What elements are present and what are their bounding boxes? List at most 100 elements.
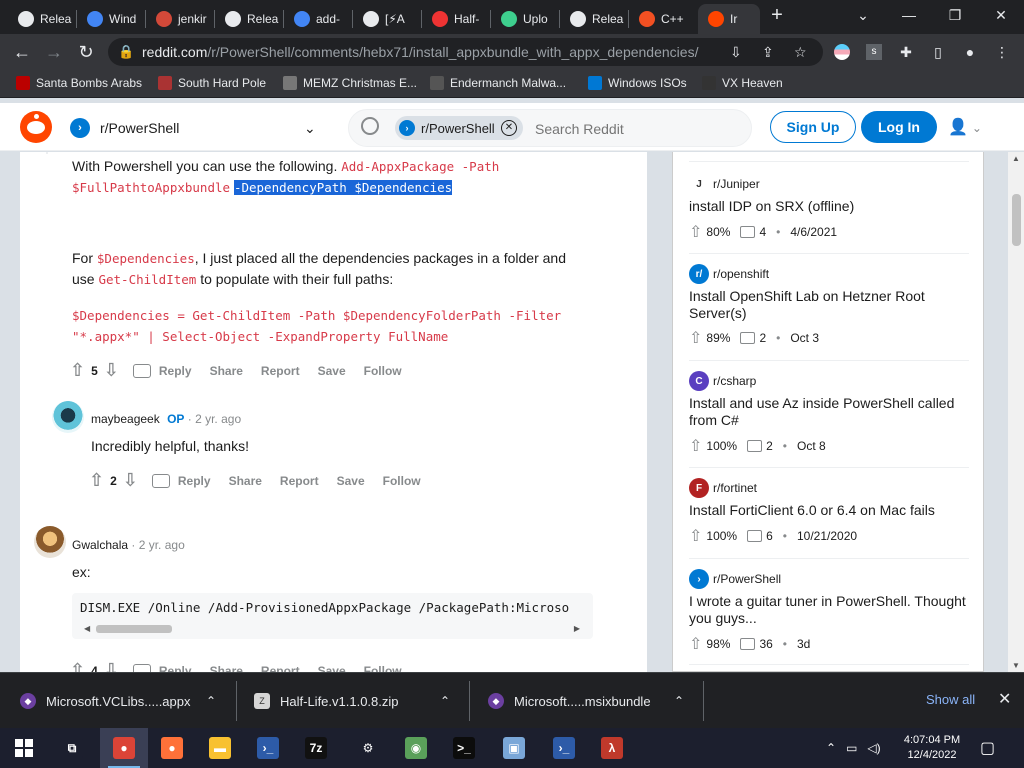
close-download-bar-icon[interactable]: ✕ [998,689,1011,709]
chevron-up-icon[interactable]: ⌃ [206,694,216,708]
taskbar-cmd[interactable]: >_ [440,728,488,768]
follow-button[interactable]: Follow [364,664,402,673]
code-scrollbar[interactable]: ◀ ▶ [84,624,580,634]
tab-search-button[interactable]: ⌄ [840,0,886,30]
post-title[interactable]: I wrote a guitar tuner in PowerShell. Th… [689,593,969,627]
restore-button[interactable]: ❐ [932,0,978,30]
browser-tab[interactable]: Uplo [491,4,557,34]
tray-overflow-icon[interactable]: ⌃ [826,741,836,755]
upvote-icon[interactable]: ⇧ [89,470,104,491]
upvote-icon[interactable]: ⇧ [70,360,85,381]
download-item[interactable]: ◆ Microsoft.....msixbundle ⌃ [488,673,698,729]
chevron-up-icon[interactable]: ⌃ [674,694,684,708]
follow-button[interactable]: Follow [383,474,421,488]
install-app-icon[interactable]: ⇩ [730,44,742,61]
bookmark-star-icon[interactable]: ☆ [794,44,807,61]
bookmark-item[interactable]: Endermanch Malwa... [430,76,566,90]
browser-tab[interactable]: Relea [8,4,74,34]
related-post[interactable]: Fr/fortinet Install FortiClient 6.0 or 6.… [689,478,969,568]
post-subreddit[interactable]: Fr/fortinet [689,478,757,498]
downvote-icon[interactable]: ⇩ [104,360,119,381]
post-title[interactable]: Install OpenShift Lab on Hetzner Root Se… [689,288,969,322]
sign-up-button[interactable]: Sign Up [770,111,856,143]
bookmark-item[interactable]: Windows ISOs [588,76,687,90]
reddit-search[interactable]: › r/PowerShell ✕ [348,109,752,147]
minimize-button[interactable]: — [886,0,932,30]
taskbar-halflife[interactable]: λ [588,728,636,768]
reload-button[interactable]: ↻ [72,38,100,66]
side-panel-icon[interactable]: ▯ [928,42,948,62]
extension-flag-icon[interactable] [832,42,852,62]
menu-kebab-icon[interactable]: ⋮ [992,42,1012,62]
log-in-button[interactable]: Log In [861,111,937,143]
share-button[interactable]: Share [229,474,262,488]
save-button[interactable]: Save [318,364,346,378]
scroll-left-icon[interactable]: ◀ [84,624,90,633]
scroll-right-icon[interactable]: ▶ [574,624,580,633]
start-button[interactable] [0,728,48,768]
network-icon[interactable]: ▭ [846,741,857,755]
scroll-thumb[interactable] [96,625,172,633]
download-item[interactable]: Z Half-Life.v1.1.0.8.zip ⌃ [254,673,464,729]
post-subreddit[interactable]: Jr/Juniper [689,174,760,194]
forward-button[interactable]: → [40,38,68,66]
search-input[interactable] [535,118,735,140]
bookmark-item[interactable]: VX Heaven [702,76,783,90]
browser-tab[interactable]: Relea [215,4,281,34]
volume-icon[interactable]: ◁) [867,741,880,755]
page-scrollbar[interactable]: ▲ ▼ [1008,152,1024,672]
scroll-up-icon[interactable]: ▲ [1012,154,1020,163]
report-button[interactable]: Report [280,474,319,488]
browser-tab[interactable]: add- [284,4,350,34]
taskbar-settings[interactable]: ⚙ [344,728,392,768]
post-title[interactable]: Install FortiClient 6.0 or 6.4 on Mac fa… [689,502,969,519]
reply-button[interactable]: Reply [178,474,211,488]
reply-button[interactable]: Reply [159,664,192,673]
share-button[interactable]: Share [210,364,243,378]
user-menu-button[interactable]: 👤 ⌄ [948,117,988,139]
avatar[interactable] [52,401,84,433]
taskbar-firefox[interactable]: ● [148,728,196,768]
taskbar-7zip[interactable]: 7z [292,728,340,768]
reply-button[interactable]: Reply [159,364,192,378]
browser-tab[interactable]: Ir [698,4,760,34]
browser-tab[interactable]: Relea [560,4,626,34]
chevron-up-icon[interactable]: ⌃ [440,694,450,708]
report-button[interactable]: Report [261,364,300,378]
bookmark-item[interactable]: Santa Bombs Arabs [16,76,142,90]
new-tab-button[interactable]: + [766,4,788,30]
extensions-puzzle-icon[interactable]: ✚ [896,42,916,62]
report-button[interactable]: Report [261,664,300,673]
scroll-down-icon[interactable]: ▼ [1012,661,1020,670]
reddit-logo-icon[interactable] [20,111,52,143]
share-button[interactable]: Share [210,664,243,673]
post-subreddit[interactable]: Cr/csharp [689,371,756,391]
notification-icon[interactable]: ▢ [980,728,1004,768]
related-post[interactable]: r/r/openshift Install OpenShift Lab on He… [689,264,969,354]
browser-tab[interactable]: jenkir [146,4,212,34]
avatar[interactable] [34,526,66,558]
taskbar-powershell[interactable]: ›_ [244,728,292,768]
related-post[interactable]: Jr/Juniper install IDP on SRX (offline) ⇧ 8… [689,174,969,264]
taskbar-chrome[interactable]: ● [100,728,148,768]
taskbar-taskview[interactable]: ⧉ [48,728,96,768]
author-link[interactable]: maybeageek [91,412,160,426]
clock[interactable]: 4:07:04 PM 12/4/2022 [900,728,964,768]
save-button[interactable]: Save [318,664,346,673]
post-title[interactable]: install IDP on SRX (offline) [689,198,969,215]
address-bar[interactable]: 🔒 reddit.com/r/PowerShell/comments/hebx7… [108,38,823,66]
chip-clear-icon[interactable]: ✕ [501,120,517,136]
related-post[interactable]: Cr/csharp Install and use Az inside Power… [689,371,969,461]
taskbar-rdp[interactable]: ▣ [490,728,538,768]
taskbar-maps[interactable]: ◉ [392,728,440,768]
community-dropdown[interactable]: › r/PowerShell ⌄ [70,117,326,139]
downvote-icon[interactable]: ⇩ [123,470,138,491]
follow-button[interactable]: Follow [364,364,402,378]
post-subreddit[interactable]: › r/PowerShell [689,569,781,589]
post-subreddit[interactable]: r/r/openshift [689,264,769,284]
bookmark-item[interactable]: MEMZ Christmas E... [283,76,417,90]
upvote-icon[interactable]: ⇧ [70,660,85,672]
browser-tab[interactable]: Half- [422,4,488,34]
save-button[interactable]: Save [337,474,365,488]
download-item[interactable]: ◆ Microsoft.VCLibs.....appx ⌃ [20,673,230,729]
